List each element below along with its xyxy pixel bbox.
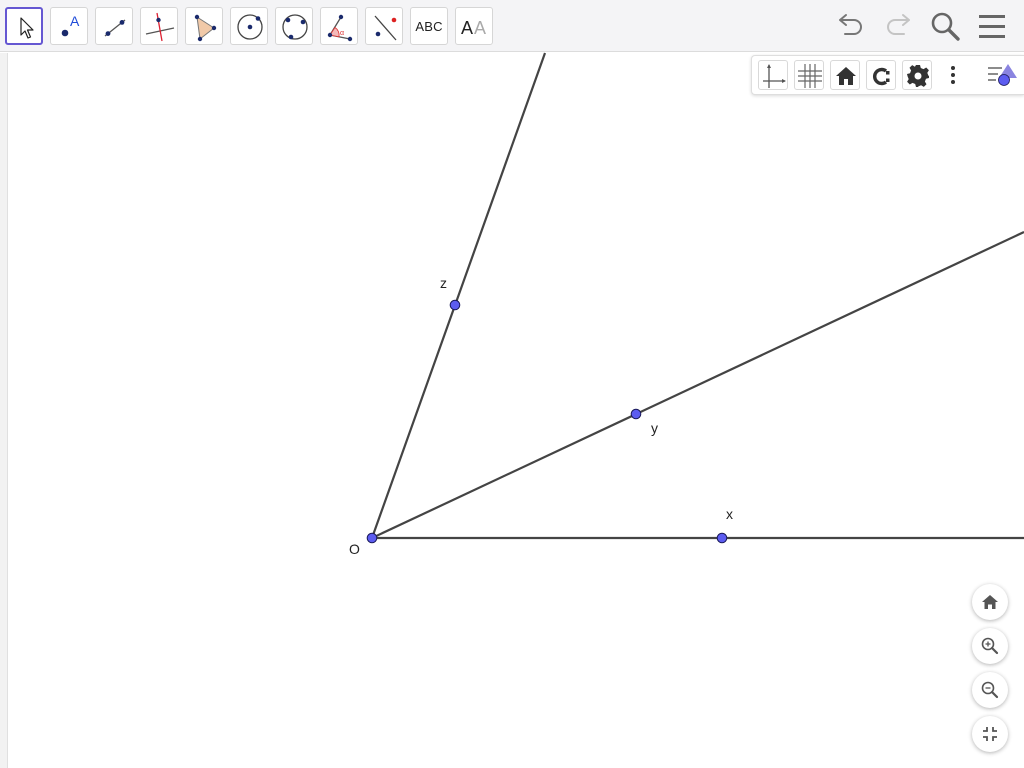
ray-oy[interactable] — [371, 231, 1024, 539]
toggle-axes-button[interactable] — [758, 60, 788, 90]
axes-icon — [763, 64, 786, 88]
exit-fullscreen-icon — [983, 727, 997, 741]
zoom-in-button[interactable] — [972, 628, 1008, 664]
grid-icon — [798, 64, 822, 88]
home-icon — [836, 67, 856, 85]
more-vertical-icon — [951, 66, 955, 84]
label-y: y — [651, 420, 658, 436]
ray-oz[interactable] — [370, 52, 547, 539]
zoom-out-button[interactable] — [972, 672, 1008, 708]
labeling-icon — [873, 67, 890, 86]
zoom-in-icon — [981, 637, 999, 655]
style-bar-toggle-icon — [988, 64, 1017, 86]
label-z: z — [440, 275, 447, 291]
graphics-view[interactable] — [0, 0, 1024, 768]
home-icon — [982, 595, 998, 609]
labeling-button[interactable] — [866, 60, 896, 90]
point-o[interactable] — [366, 532, 378, 544]
gear-icon — [907, 65, 929, 87]
home-view-button[interactable] — [972, 584, 1008, 620]
zoom-out-icon — [981, 681, 999, 699]
standard-view-button[interactable] — [830, 60, 860, 90]
point-x[interactable] — [716, 532, 728, 544]
label-x: x — [726, 506, 733, 522]
point-y[interactable] — [630, 408, 642, 420]
toggle-grid-button[interactable] — [794, 60, 824, 90]
graphics-settings-button[interactable] — [902, 60, 932, 90]
label-o: O — [349, 541, 360, 557]
exit-fullscreen-button[interactable] — [972, 716, 1008, 752]
point-z[interactable] — [449, 299, 461, 311]
style-bar — [751, 55, 1024, 95]
more-options-button[interactable] — [938, 60, 968, 90]
style-bar-toggle-button[interactable] — [984, 60, 1024, 90]
